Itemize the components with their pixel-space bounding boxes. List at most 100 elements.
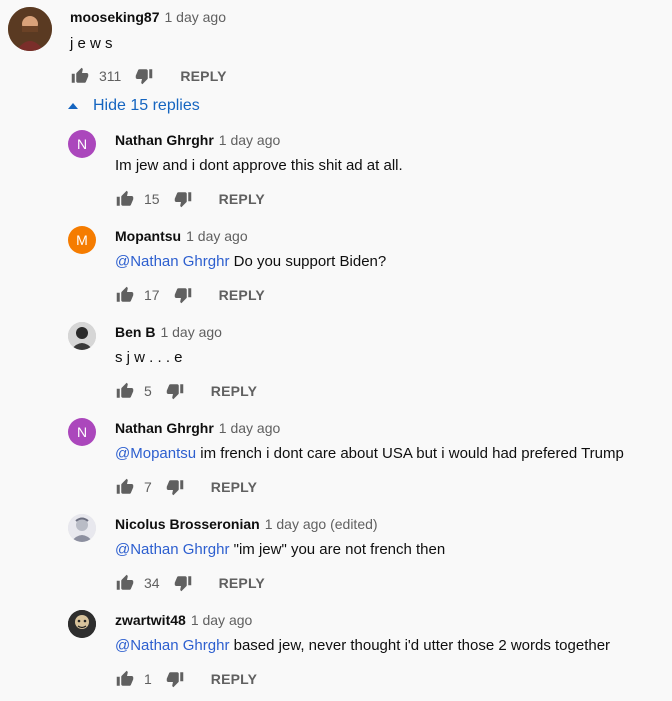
reply-comment: N Nathan Ghrghr 1 day ago @Mopantsu im fr… (0, 414, 672, 506)
dislike-button[interactable] (165, 381, 185, 401)
reply-button[interactable]: REPLY (211, 479, 257, 495)
comment-body: Im jew and i dont approve this shit ad a… (115, 157, 403, 174)
like-button[interactable] (115, 477, 135, 497)
comment-text: @Nathan Ghrghr Do you support Biden? (115, 253, 386, 270)
reply-button[interactable]: REPLY (219, 287, 265, 303)
comment-text: @Nathan Ghrghr based jew, never thought … (115, 637, 610, 654)
thumbs-up-icon (116, 190, 134, 206)
thumbs-down-icon (174, 192, 191, 208)
author-name[interactable]: Nathan Ghrghr (115, 132, 214, 148)
avatar[interactable] (68, 322, 96, 350)
thumbs-down-icon (166, 480, 184, 496)
comment-actions: 34 REPLY (115, 572, 265, 594)
reply-comment: Ben B 1 day ago s j w . . . e 5 REPLY (0, 318, 672, 410)
user-photo-icon (68, 610, 96, 638)
comment-actions: 17 REPLY (115, 284, 265, 306)
reply-comment: Nicolus Brosseronian 1 day ago (edited) @… (0, 510, 672, 602)
like-button[interactable] (70, 66, 90, 86)
reply-button[interactable]: REPLY (211, 383, 257, 399)
reply-comment: M Mopantsu 1 day ago @Nathan Ghrghr Do yo… (0, 222, 672, 314)
thumbs-down-icon (166, 384, 184, 400)
dislike-button[interactable] (173, 285, 193, 305)
mention-link[interactable]: @Nathan Ghrghr (115, 637, 229, 654)
dislike-button[interactable] (134, 66, 154, 86)
reply-button[interactable]: REPLY (219, 575, 265, 591)
comment-text: @Mopantsu im french i dont care about US… (115, 445, 624, 462)
thumbs-down-icon (136, 69, 153, 85)
like-button[interactable] (115, 189, 135, 209)
avatar[interactable]: N (68, 130, 96, 158)
like-button[interactable] (115, 573, 135, 593)
timestamp[interactable]: 1 day ago (219, 420, 281, 436)
comment-actions: 1 REPLY (115, 668, 257, 690)
like-count: 17 (144, 287, 160, 303)
avatar[interactable]: N (68, 418, 96, 446)
author-name[interactable]: Ben B (115, 324, 155, 340)
comment-body: "im jew" you are not french then (229, 541, 446, 558)
author-name[interactable]: Nathan Ghrghr (115, 420, 214, 436)
thumbs-down-icon (174, 576, 191, 592)
author-name[interactable]: zwartwit48 (115, 612, 186, 628)
reply-comment: zwartwit48 1 day ago @Nathan Ghrghr based… (0, 606, 672, 698)
author-name[interactable]: Nicolus Brosseronian (115, 516, 260, 532)
comment-header: Mopantsu 1 day ago (115, 228, 248, 244)
comment-header: zwartwit48 1 day ago (115, 612, 252, 628)
comment-text: @Nathan Ghrghr "im jew" you are not fren… (115, 541, 445, 558)
comment-header: mooseking87 1 day ago (70, 9, 226, 25)
avatar[interactable]: M (68, 226, 96, 254)
thumbs-up-icon (116, 478, 134, 494)
thumbs-down-icon (166, 672, 184, 688)
comment-actions: 5 REPLY (115, 380, 257, 402)
user-photo-icon (68, 322, 96, 350)
mention-link[interactable]: @Nathan Ghrghr (115, 253, 229, 270)
comment-body: s j w . . . e (115, 349, 183, 366)
dislike-button[interactable] (173, 189, 193, 209)
comment-body: im french i dont care about USA but i wo… (196, 445, 624, 462)
timestamp[interactable]: 1 day ago (164, 9, 226, 25)
comment-actions: 311 REPLY (70, 65, 227, 87)
comment-header: Nathan Ghrghr 1 day ago (115, 420, 280, 436)
like-button[interactable] (115, 669, 135, 689)
reply-button[interactable]: REPLY (219, 191, 265, 207)
user-photo-icon (8, 7, 52, 51)
timestamp[interactable]: 1 day ago (edited) (265, 516, 378, 532)
user-photo-icon (68, 514, 96, 542)
like-count: 34 (144, 575, 160, 591)
hide-replies-label: Hide 15 replies (93, 97, 200, 114)
like-count: 311 (99, 68, 122, 84)
like-count: 1 (144, 671, 152, 687)
like-button[interactable] (115, 381, 135, 401)
timestamp[interactable]: 1 day ago (160, 324, 222, 340)
hide-replies-button[interactable]: Hide 15 replies (68, 97, 200, 115)
author-name[interactable]: mooseking87 (70, 9, 159, 25)
thumbs-down-icon (174, 288, 191, 304)
thumbs-up-icon (71, 67, 89, 83)
reply-comment: N Nathan Ghrghr 1 day ago Im jew and i do… (0, 126, 672, 218)
avatar[interactable] (68, 610, 96, 638)
top-comment: mooseking87 1 day ago j e w s 311 REPLY (0, 0, 672, 90)
timestamp[interactable]: 1 day ago (219, 132, 281, 148)
thumbs-up-icon (116, 670, 134, 686)
comment-body: Do you support Biden? (229, 253, 387, 270)
avatar[interactable] (8, 7, 52, 51)
thumbs-up-icon (116, 382, 134, 398)
mention-link[interactable]: @Mopantsu (115, 445, 196, 462)
timestamp[interactable]: 1 day ago (191, 612, 253, 628)
dislike-button[interactable] (173, 573, 193, 593)
avatar[interactable] (68, 514, 96, 542)
timestamp[interactable]: 1 day ago (186, 228, 248, 244)
comment-header: Nicolus Brosseronian 1 day ago (edited) (115, 516, 378, 532)
comment-text: Im jew and i dont approve this shit ad a… (115, 157, 403, 174)
reply-button[interactable]: REPLY (180, 68, 226, 84)
like-button[interactable] (115, 285, 135, 305)
comment-actions: 15 REPLY (115, 188, 265, 210)
like-count: 5 (144, 383, 152, 399)
dislike-button[interactable] (165, 669, 185, 689)
author-name[interactable]: Mopantsu (115, 228, 181, 244)
thumbs-up-icon (116, 574, 134, 590)
mention-link[interactable]: @Nathan Ghrghr (115, 541, 229, 558)
dislike-button[interactable] (165, 477, 185, 497)
like-count: 15 (144, 191, 160, 207)
reply-button[interactable]: REPLY (211, 671, 257, 687)
comment-actions: 7 REPLY (115, 476, 257, 498)
